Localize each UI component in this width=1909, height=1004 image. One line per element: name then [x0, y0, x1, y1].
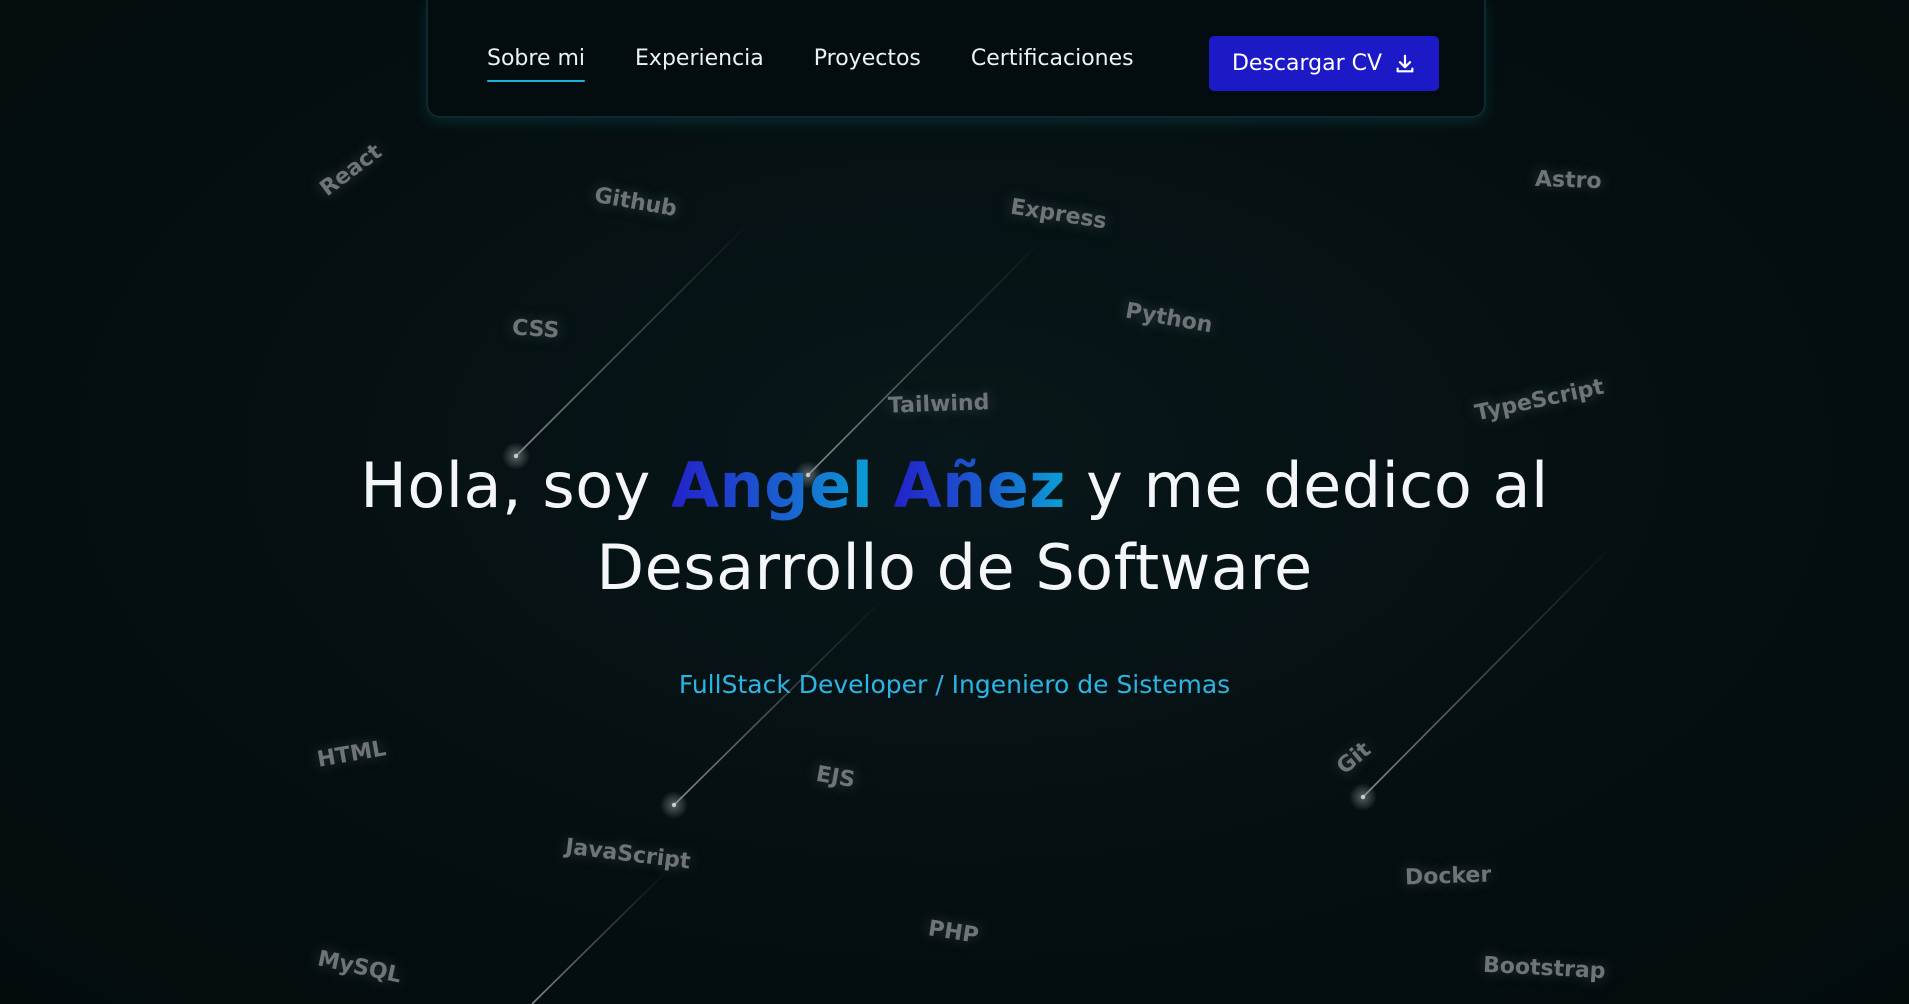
hero-intro: Hola, soy: [360, 449, 651, 522]
nav-link-sobre-mi[interactable]: Sobre mi: [487, 46, 586, 82]
download-icon: [1394, 53, 1416, 75]
download-cv-label: Descargar CV: [1231, 51, 1383, 76]
tech-tag-docker: Docker: [1404, 862, 1492, 891]
hero-subtitle: FullStack Developer / Ingeniero de Siste…: [678, 670, 1231, 699]
hero-title: Hola, soy Angel Añez y me dedico al Desa…: [0, 445, 1909, 609]
download-cv-button[interactable]: Descargar CV: [1209, 36, 1439, 91]
tech-tag-astro: Astro: [1534, 166, 1603, 195]
nav-links: Sobre mi Experiencia Proyectos Certifica…: [487, 46, 1134, 82]
hero-name-last: Añez: [893, 449, 1066, 522]
shooting-star: [502, 219, 753, 470]
hero-title-line2: Desarrollo de Software: [596, 531, 1313, 604]
tech-tag-css: CSS: [511, 315, 561, 344]
nav-link-proyectos[interactable]: Proyectos: [814, 46, 921, 71]
nav-link-experiencia[interactable]: Experiencia: [635, 46, 764, 71]
shooting-star: [531, 869, 669, 1004]
hero-title-rest: y me dedico al: [1086, 449, 1549, 522]
nav-link-certificaciones[interactable]: Certificaciones: [971, 46, 1134, 71]
hero-name-first: Angel: [671, 449, 874, 522]
tech-tag-tailwind: Tailwind: [887, 390, 990, 419]
top-navbar: Sobre mi Experiencia Proyectos Certifica…: [426, 0, 1486, 118]
